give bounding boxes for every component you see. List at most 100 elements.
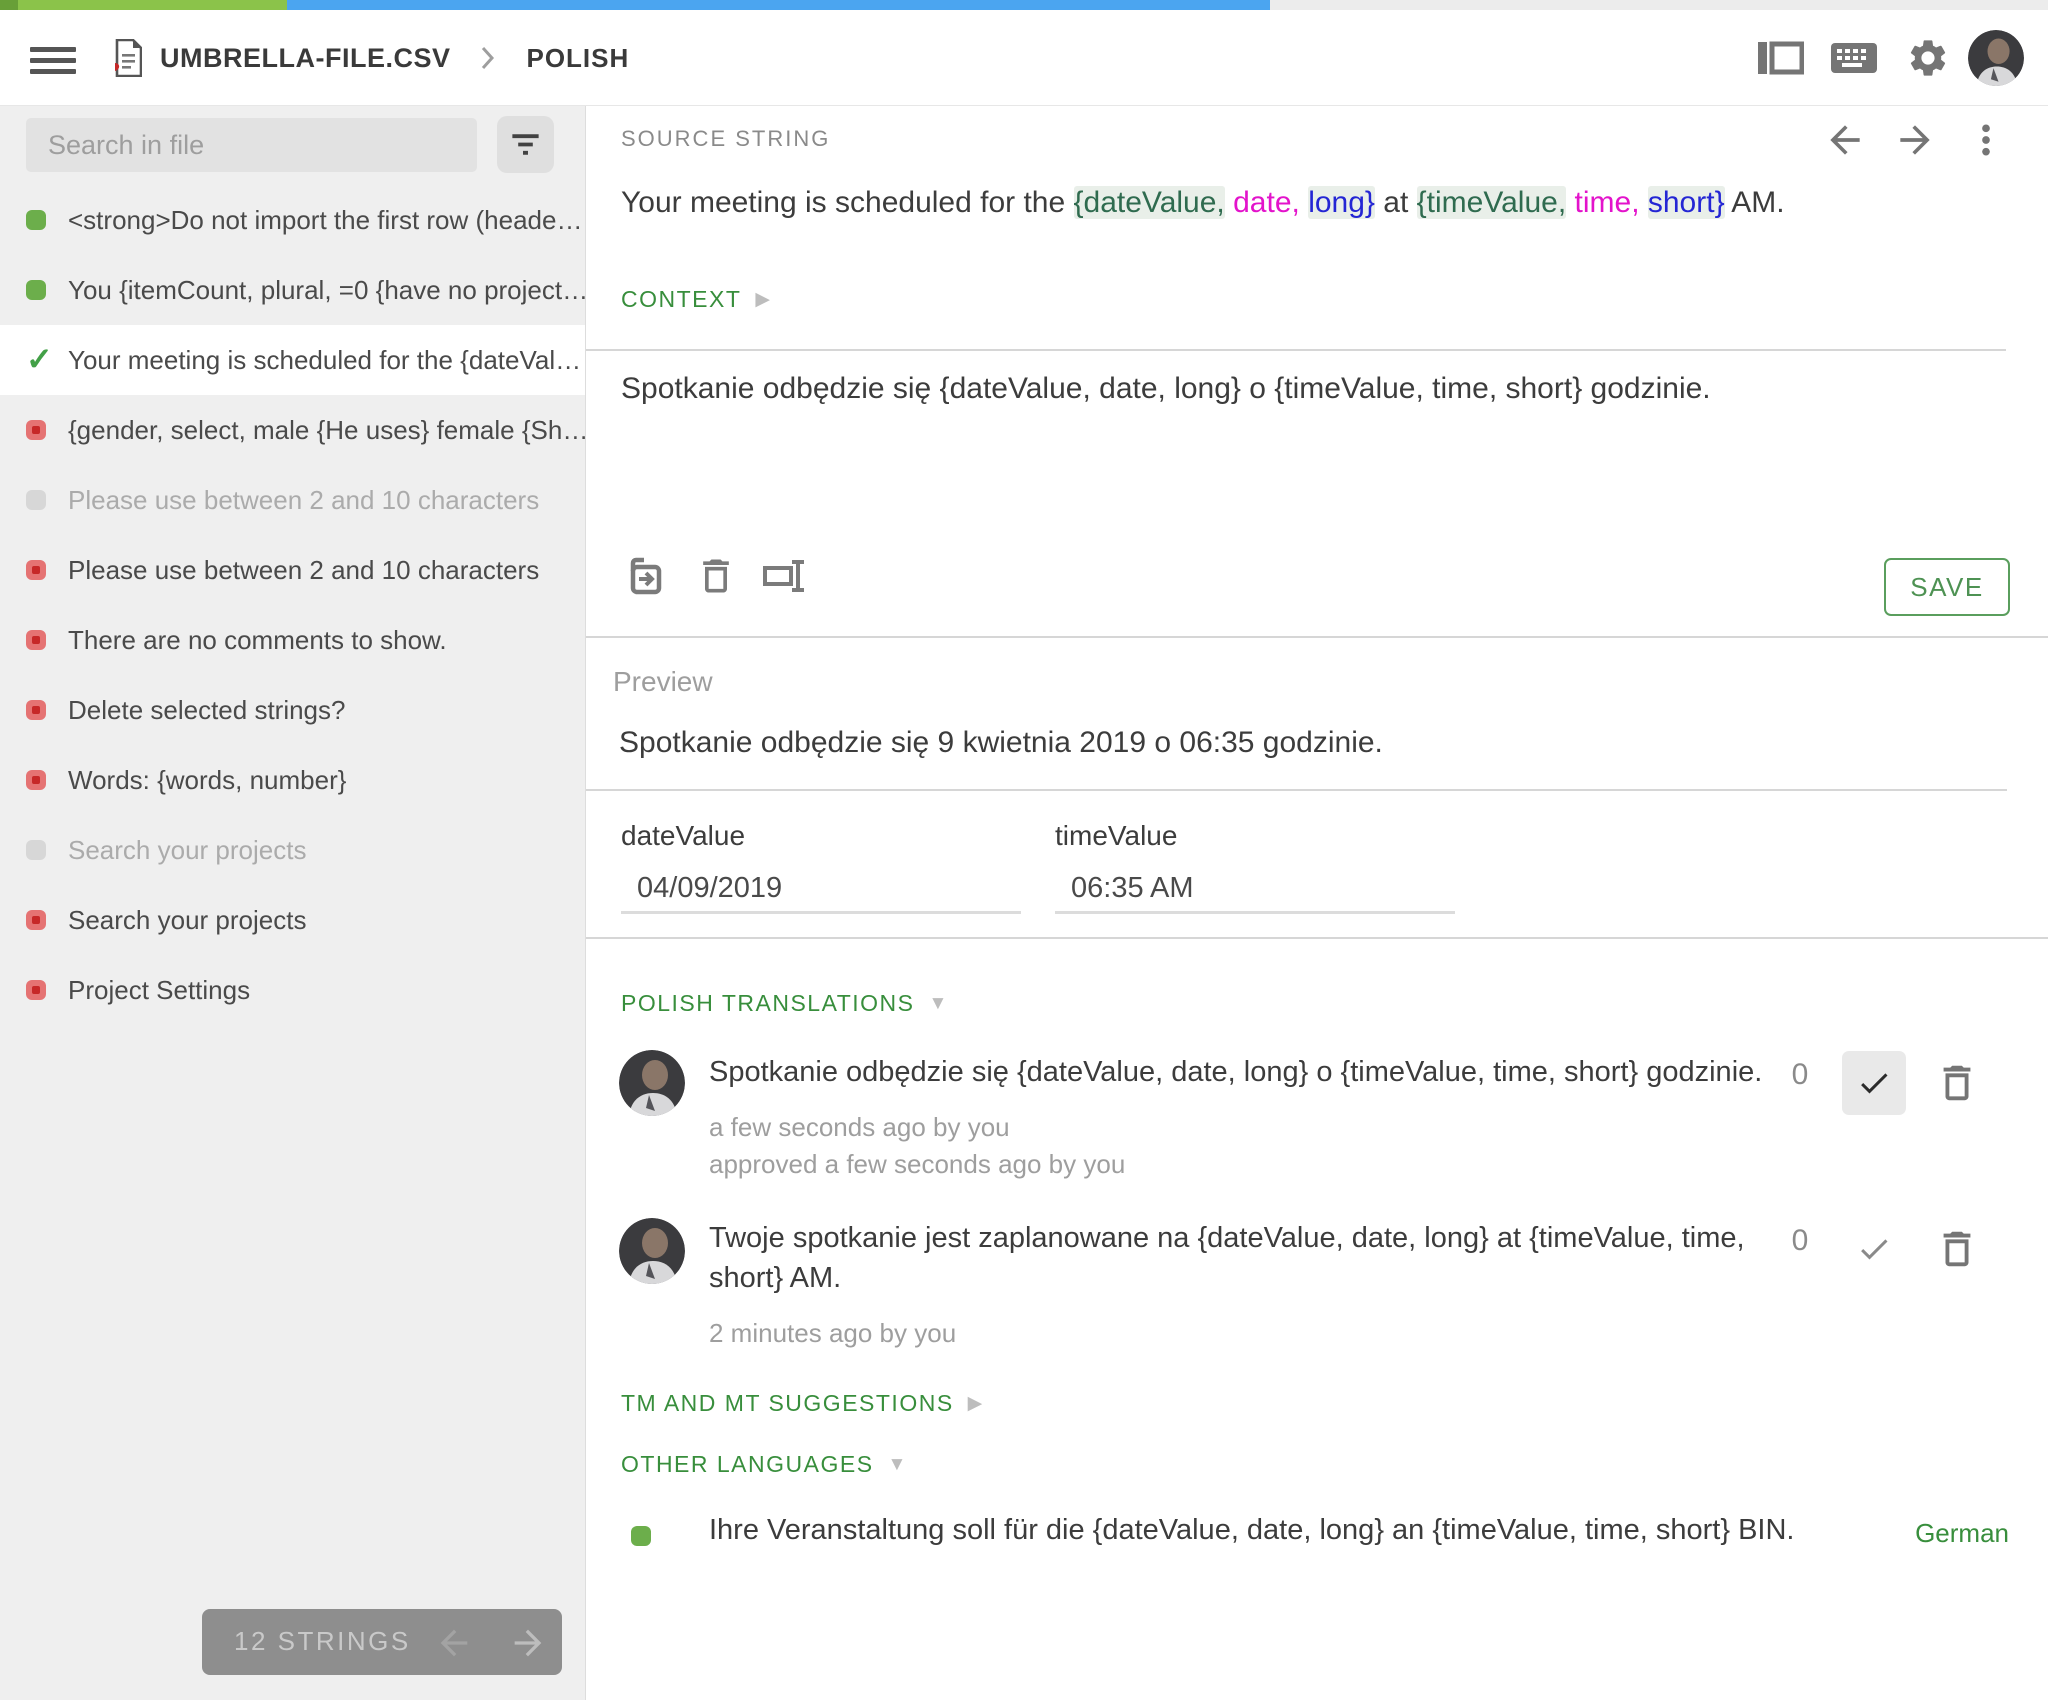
preview-text: Spotkanie odbędzie się 9 kwietnia 2019 o… [619,726,1383,760]
status-icon [26,210,46,230]
triangle-down-icon: ▼ [888,1454,907,1476]
context-label: CONTEXT [621,286,741,313]
status-icon [26,630,46,650]
progress-segment-translated [18,0,286,10]
editor-panel: SOURCE STRING Your meeting is scheduled … [585,106,2048,1700]
list-item-label: Words: {words, number} [68,765,346,796]
timevalue-input[interactable] [1055,866,1455,914]
list-item[interactable]: Search your projects [0,815,585,885]
delete-icon[interactable] [694,554,738,598]
list-item[interactable]: Delete selected strings? [0,675,585,745]
keyboard-icon[interactable] [1830,36,1878,80]
status-icon [26,980,46,1000]
other-language-row[interactable]: Ihre Veranstaltung soll für die {dateVal… [586,1504,2048,1584]
list-item-label: You {itemCount, plural, =0 {have no proj… [68,275,585,306]
preview-panel: Preview Spotkanie odbędzie się 9 kwietni… [586,636,2048,939]
check-icon: ✓ [26,350,46,370]
breadcrumb-file-name[interactable]: UMBRELLA-FILE.CSV [160,43,450,74]
triangle-down-icon: ▼ [929,993,948,1015]
progress-segment-approved [0,0,18,10]
approve-icon[interactable] [1842,1217,1906,1281]
app-root: UMBRELLA-FILE.CSV POLISH <strong>Do not … [0,0,2048,1700]
previous-string-icon[interactable] [1822,118,1868,162]
delete-translation-icon[interactable] [1934,1224,1980,1274]
list-item[interactable]: Search your projects [0,885,585,955]
status-icon [26,770,46,790]
list-item-selected[interactable]: ✓ Your meeting is scheduled for the {date… [0,325,585,395]
list-item[interactable]: There are no comments to show. [0,605,585,675]
string-list: <strong>Do not import the first row (hea… [0,185,585,1025]
translation-editor[interactable]: Spotkanie odbędzie się {dateValue, date,… [621,368,1988,543]
other-language-text: Ihre Veranstaltung soll für die {dateVal… [709,1514,1859,1547]
delete-translation-icon[interactable] [1934,1058,1980,1108]
editor-toolbar [626,554,806,598]
vote-count: 0 [1778,1224,1822,1258]
list-item[interactable]: {gender, select, male {He uses} female {… [0,395,585,465]
breadcrumb-language: POLISH [526,43,629,74]
divider [586,349,2006,351]
string-count: 12 STRINGS [234,1626,411,1657]
filter-button[interactable] [497,116,554,173]
preview-label: Preview [613,666,713,698]
translation-meta: 2 minutes ago by you [709,1318,956,1349]
list-item[interactable]: Please use between 2 and 10 characters [0,465,585,535]
list-item-label: Search your projects [68,905,306,936]
other-languages-label: OTHER LANGUAGES [621,1451,874,1478]
split-view-icon[interactable] [1756,36,1804,80]
list-item[interactable]: Project Settings [0,955,585,1025]
copy-source-icon[interactable] [626,554,670,598]
avatar [619,1050,685,1116]
top-bar: UMBRELLA-FILE.CSV POLISH [0,10,2048,106]
approve-icon[interactable] [1842,1051,1906,1115]
source-string: Your meeting is scheduled for the {dateV… [621,182,1998,224]
save-button[interactable]: SAVE [1884,558,2010,616]
datevalue-input[interactable] [621,866,1021,914]
variable-name-datevalue: dateValue [621,820,745,852]
divider [586,789,2007,791]
list-item-label: There are no comments to show. [68,625,447,656]
pagination-bar: 12 STRINGS [202,1609,562,1675]
breadcrumb: UMBRELLA-FILE.CSV POLISH [112,10,629,106]
next-page-icon[interactable] [508,1623,548,1663]
status-icon [26,560,46,580]
status-icon [26,490,46,510]
translation-text: Twoje spotkanie jest zaplanowane na {dat… [709,1218,1769,1298]
triangle-right-icon: ▶ [968,1392,983,1415]
gear-icon[interactable] [1904,36,1952,80]
other-languages-expander[interactable]: OTHER LANGUAGES ▼ [621,1451,906,1478]
variable-name-timevalue: timeValue [1055,820,1177,852]
status-icon [26,910,46,930]
next-string-icon[interactable] [1892,118,1938,162]
list-item-label: Your meeting is scheduled for the {dateV… [68,345,581,376]
insert-placeholder-icon[interactable] [762,554,806,598]
list-item[interactable]: Please use between 2 and 10 characters [0,535,585,605]
list-item-label: Project Settings [68,975,250,1006]
translation-meta: a few seconds ago by you [709,1112,1010,1143]
chevron-right-icon [478,43,498,73]
context-expander[interactable]: CONTEXT ▶ [621,286,770,313]
progress-segment-rest [1270,0,2048,10]
status-icon [26,280,46,300]
list-item[interactable]: You {itemCount, plural, =0 {have no proj… [0,255,585,325]
list-item[interactable]: Words: {words, number} [0,745,585,815]
list-item[interactable]: <strong>Do not import the first row (hea… [0,185,585,255]
tm-suggestions-expander[interactable]: TM AND MT SUGGESTIONS ▶ [621,1390,982,1417]
list-item-label: {gender, select, male {He uses} female {… [68,415,585,446]
translations-label: POLISH TRANSLATIONS [621,990,915,1017]
file-icon [112,39,142,77]
translation-text: Spotkanie odbędzie się {dateValue, date,… [709,1052,1769,1092]
status-icon [26,420,46,440]
list-item-label: Please use between 2 and 10 characters [68,555,539,586]
other-language-link[interactable]: German [1915,1518,2009,1549]
previous-page-icon[interactable] [434,1623,474,1663]
search-input[interactable] [26,118,477,172]
status-icon [26,700,46,720]
file-progress-bar [0,0,2048,10]
kebab-menu-icon[interactable] [1966,118,2006,162]
translation-meta: approved a few seconds ago by you [709,1149,1125,1180]
menu-icon[interactable] [30,40,76,80]
user-avatar[interactable] [1968,30,2024,86]
tm-suggestions-label: TM AND MT SUGGESTIONS [621,1390,954,1417]
translations-expander[interactable]: POLISH TRANSLATIONS ▼ [621,990,947,1017]
vote-count: 0 [1778,1058,1822,1092]
